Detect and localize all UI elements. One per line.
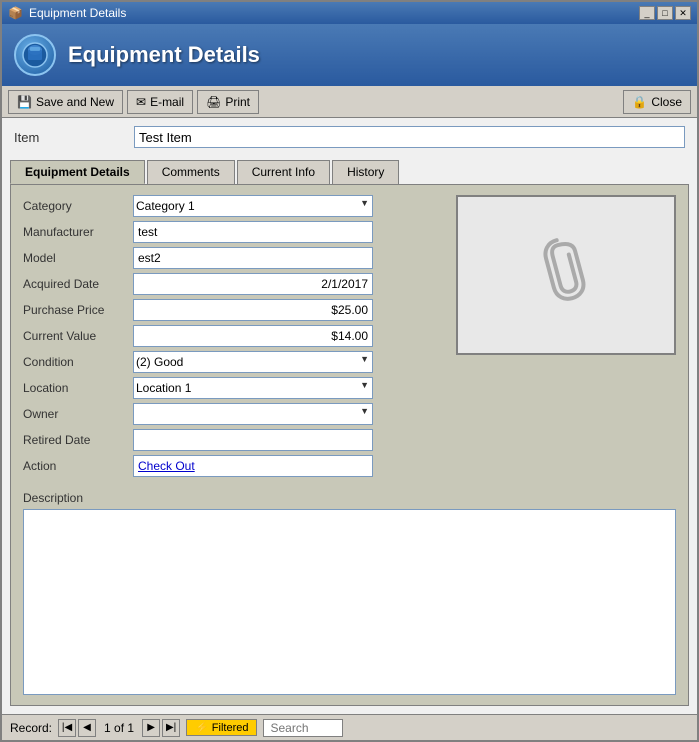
header: Equipment Details — [2, 24, 697, 86]
label-current-value: Current Value — [23, 329, 133, 343]
owner-select-wrapper — [133, 403, 373, 425]
nav-next-button[interactable]: ▶ — [142, 719, 160, 737]
tab-history[interactable]: History — [332, 160, 399, 184]
manufacturer-input[interactable] — [133, 221, 373, 243]
nav-prev-button[interactable]: ◀ — [78, 719, 96, 737]
main-window: 📦 Equipment Details _ □ ✕ Equipment Deta… — [0, 0, 699, 742]
category-select[interactable]: Category 1 Category 2 — [133, 195, 373, 217]
status-bar: Record: |◀ ◀ 1 of 1 ▶ ▶| ⚡ Filtered — [2, 714, 697, 740]
nav-first-button[interactable]: |◀ — [58, 719, 76, 737]
title-bar-left: 📦 Equipment Details — [8, 6, 126, 20]
header-icon — [14, 34, 56, 76]
location-select[interactable]: Location 1 Location 2 — [133, 377, 373, 399]
description-textarea[interactable] — [23, 509, 676, 695]
field-row-current-value: Current Value — [23, 325, 444, 347]
paperclip-icon — [536, 230, 596, 320]
label-action: Action — [23, 459, 133, 473]
field-row-condition: Condition (1) Excellent (2) Good (3) Fai… — [23, 351, 444, 373]
record-nav: |◀ ◀ 1 of 1 ▶ ▶| — [58, 719, 180, 737]
filter-icon: ⚡ — [195, 721, 209, 734]
close-window-button[interactable]: ✕ — [675, 6, 691, 20]
field-row-model: Model — [23, 247, 444, 269]
field-row-manufacturer: Manufacturer — [23, 221, 444, 243]
condition-select-wrapper: (1) Excellent (2) Good (3) Fair (4) Poor — [133, 351, 373, 373]
filtered-button[interactable]: ⚡ Filtered — [186, 719, 257, 736]
label-purchase-price: Purchase Price — [23, 303, 133, 317]
label-model: Model — [23, 251, 133, 265]
tab-equipment-details[interactable]: Equipment Details — [10, 160, 145, 184]
retired-date-input[interactable] — [133, 429, 373, 451]
model-input[interactable] — [133, 247, 373, 269]
action-field: Check Out — [133, 455, 373, 477]
tab-bar: Equipment Details Comments Current Info … — [10, 160, 689, 184]
field-row-category: Category Category 1 Category 2 — [23, 195, 444, 217]
close-button[interactable]: 🔒 Close — [623, 90, 691, 114]
email-button[interactable]: ✉ E-mail — [127, 90, 193, 114]
purchase-price-input[interactable] — [133, 299, 373, 321]
field-row-acquired-date: Acquired Date — [23, 273, 444, 295]
description-label: Description — [23, 491, 676, 505]
description-area: Description — [23, 491, 676, 695]
save-and-new-button[interactable]: 💾 Save and New — [8, 90, 123, 114]
print-button[interactable]: 🖨 Print — [197, 90, 259, 114]
search-input[interactable] — [263, 719, 343, 737]
field-row-owner: Owner — [23, 403, 444, 425]
form-fields: Category Category 1 Category 2 Manufactu… — [23, 195, 444, 481]
title-bar: 📦 Equipment Details _ □ ✕ — [2, 2, 697, 24]
item-label: Item — [14, 130, 134, 145]
label-location: Location — [23, 381, 133, 395]
print-icon: 🖨 — [206, 95, 221, 109]
field-row-retired-date: Retired Date — [23, 429, 444, 451]
close-icon: 🔒 — [632, 95, 647, 109]
label-category: Category — [23, 199, 133, 213]
location-select-wrapper: Location 1 Location 2 — [133, 377, 373, 399]
label-condition: Condition — [23, 355, 133, 369]
field-row-purchase-price: Purchase Price — [23, 299, 444, 321]
title-bar-controls: _ □ ✕ — [639, 6, 691, 20]
label-acquired-date: Acquired Date — [23, 277, 133, 291]
window-title: Equipment Details — [29, 6, 126, 20]
item-row: Item — [2, 118, 697, 156]
tabs-area: Equipment Details Comments Current Info … — [2, 156, 697, 714]
tab-content: Category Category 1 Category 2 Manufactu… — [10, 184, 689, 706]
owner-select[interactable] — [133, 403, 373, 425]
label-retired-date: Retired Date — [23, 433, 133, 447]
item-input[interactable] — [134, 126, 685, 148]
image-box[interactable] — [456, 195, 676, 355]
save-icon: 💾 — [17, 95, 32, 109]
label-owner: Owner — [23, 407, 133, 421]
record-label: Record: — [10, 721, 52, 735]
field-row-location: Location Location 1 Location 2 — [23, 377, 444, 399]
maximize-button[interactable]: □ — [657, 6, 673, 20]
tab-current-info[interactable]: Current Info — [237, 160, 330, 184]
toolbar: 💾 Save and New ✉ E-mail 🖨 Print 🔒 Close — [2, 86, 697, 118]
field-row-action: Action Check Out — [23, 455, 444, 477]
label-manufacturer: Manufacturer — [23, 225, 133, 239]
header-title: Equipment Details — [68, 42, 260, 68]
record-count: 1 of 1 — [98, 721, 140, 735]
minimize-button[interactable]: _ — [639, 6, 655, 20]
acquired-date-input[interactable] — [133, 273, 373, 295]
current-value-input[interactable] — [133, 325, 373, 347]
condition-select[interactable]: (1) Excellent (2) Good (3) Fair (4) Poor — [133, 351, 373, 373]
form-grid: Category Category 1 Category 2 Manufactu… — [23, 195, 676, 481]
email-icon: ✉ — [136, 95, 146, 109]
category-select-wrapper: Category 1 Category 2 — [133, 195, 373, 217]
check-out-link[interactable]: Check Out — [138, 459, 195, 473]
nav-last-button[interactable]: ▶| — [162, 719, 180, 737]
tab-comments[interactable]: Comments — [147, 160, 235, 184]
window-icon: 📦 — [8, 6, 23, 20]
